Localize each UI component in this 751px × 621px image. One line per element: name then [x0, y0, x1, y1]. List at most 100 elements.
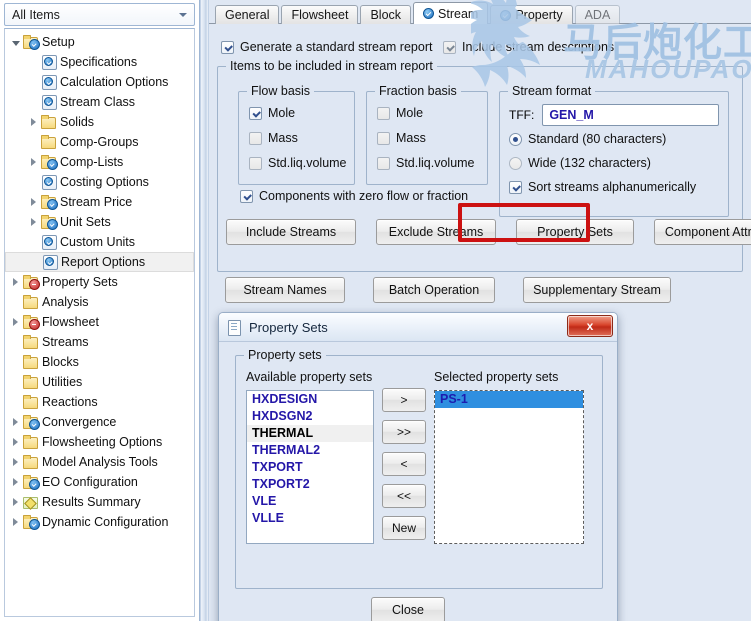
- batch-operation-button[interactable]: Batch Operation: [373, 277, 495, 303]
- tree-item-report-options[interactable]: Report Options: [5, 252, 194, 272]
- checkbox-icon[interactable]: [249, 106, 262, 120]
- tree-item-eo-configuration[interactable]: EO Configuration: [5, 472, 194, 492]
- component-attributes-button[interactable]: Component Attributes: [654, 219, 751, 245]
- list-item[interactable]: VLLE: [247, 510, 373, 527]
- tree-item-comp-lists[interactable]: Comp-Lists: [5, 152, 194, 172]
- chevron-right-icon[interactable]: [27, 112, 40, 132]
- zero-flow-checkbox[interactable]: Components with zero flow or fraction: [240, 189, 468, 203]
- list-item[interactable]: THERMAL: [247, 425, 373, 442]
- chevron-right-icon[interactable]: [9, 32, 22, 52]
- move-left-button[interactable]: <: [382, 452, 426, 476]
- tree-item-setup[interactable]: Setup: [5, 32, 194, 52]
- checkbox-icon[interactable]: [509, 180, 522, 194]
- tree-item-stream-class[interactable]: Stream Class: [5, 92, 194, 112]
- include-streams-button[interactable]: Include Streams: [226, 219, 356, 245]
- checkbox-icon[interactable]: [377, 156, 390, 170]
- list-item[interactable]: TXPORT: [247, 459, 373, 476]
- standard-width-radio[interactable]: Standard (80 characters): [509, 132, 696, 146]
- radio-icon[interactable]: [509, 132, 522, 146]
- new-property-set-button[interactable]: New: [382, 516, 426, 540]
- tab-stream[interactable]: Stream: [413, 2, 489, 24]
- chevron-right-icon[interactable]: [27, 192, 40, 212]
- checkbox-icon[interactable]: [249, 131, 262, 145]
- list-item[interactable]: PS-1: [435, 391, 583, 408]
- chevron-right-icon[interactable]: [9, 272, 22, 292]
- tree-item-calculation-options[interactable]: Calculation Options: [5, 72, 194, 92]
- tab-general[interactable]: General: [215, 5, 280, 24]
- include-stream-descriptions-checkbox[interactable]: Include stream descriptions: [443, 40, 614, 54]
- tree-item-results-summary[interactable]: Results Summary: [5, 492, 194, 512]
- generate-standard-stream-report-checkbox[interactable]: Generate a standard stream report: [221, 40, 443, 54]
- supplementary-stream-button[interactable]: Supplementary Stream: [523, 277, 671, 303]
- move-all-right-button[interactable]: >>: [382, 420, 426, 444]
- stream-names-button[interactable]: Stream Names: [225, 277, 345, 303]
- chevron-right-icon[interactable]: [27, 152, 40, 172]
- tree-item-comp-groups[interactable]: Comp-Groups: [5, 132, 194, 152]
- tree-item-reactions[interactable]: Reactions: [5, 392, 194, 412]
- tab-ada[interactable]: ADA: [574, 5, 621, 24]
- checkbox-icon[interactable]: [377, 131, 390, 145]
- flow-basis-mass-checkbox[interactable]: Mass: [249, 131, 347, 145]
- list-item[interactable]: HXDSGN2: [247, 408, 373, 425]
- flow-basis-mole-checkbox[interactable]: Mole: [249, 106, 347, 120]
- tree-item-property-sets[interactable]: Property Sets: [5, 272, 194, 292]
- chevron-right-icon[interactable]: [9, 492, 22, 512]
- checkbox-icon[interactable]: [249, 156, 262, 170]
- chevron-down-icon[interactable]: [179, 12, 187, 17]
- tree-item-stream-price[interactable]: Stream Price: [5, 192, 194, 212]
- tree-scroll-container[interactable]: Setup Specifications Calculation Options St…: [4, 28, 195, 617]
- all-items-selector[interactable]: All Items: [4, 3, 195, 26]
- tree-item-streams[interactable]: Streams: [5, 332, 194, 352]
- tree-item-solids[interactable]: Solids: [5, 112, 194, 132]
- move-right-button[interactable]: >: [382, 388, 426, 412]
- fraction-basis-mass-checkbox[interactable]: Mass: [377, 131, 475, 145]
- tree-item-flowsheeting-options[interactable]: Flowsheeting Options: [5, 432, 194, 452]
- tree-item-unit-sets[interactable]: Unit Sets: [5, 212, 194, 232]
- tree-item-flowsheet[interactable]: Flowsheet: [5, 312, 194, 332]
- radio-icon[interactable]: [509, 156, 522, 170]
- sort-streams-checkbox[interactable]: Sort streams alphanumerically: [509, 180, 696, 194]
- wide-width-radio[interactable]: Wide (132 characters): [509, 156, 696, 170]
- available-property-sets-list[interactable]: HXDESIGN HXDSGN2 THERMAL THERMAL2 TXPORT TXPO…: [246, 390, 374, 544]
- chevron-right-icon[interactable]: [9, 432, 22, 452]
- dialog-title-bar[interactable]: Property Sets x: [219, 313, 617, 342]
- chevron-right-icon[interactable]: [9, 412, 22, 432]
- tab-property[interactable]: Property: [490, 5, 573, 24]
- checkbox-icon[interactable]: [240, 189, 253, 203]
- chevron-right-icon[interactable]: [9, 452, 22, 472]
- exclude-streams-button[interactable]: Exclude Streams: [376, 219, 496, 245]
- move-all-left-button[interactable]: <<: [382, 484, 426, 508]
- checkbox-icon[interactable]: [443, 40, 456, 54]
- list-item[interactable]: HXDESIGN: [247, 391, 373, 408]
- tab-flowsheet[interactable]: Flowsheet: [281, 5, 359, 24]
- chevron-right-icon[interactable]: [9, 312, 22, 332]
- tree-item-blocks[interactable]: Blocks: [5, 352, 194, 372]
- checkbox-icon[interactable]: [221, 40, 234, 54]
- list-item[interactable]: VLE: [247, 493, 373, 510]
- selected-property-sets-list[interactable]: PS-1: [434, 390, 584, 544]
- close-icon[interactable]: x: [567, 315, 613, 337]
- close-button[interactable]: Close: [371, 597, 445, 621]
- list-item[interactable]: THERMAL2: [247, 442, 373, 459]
- tff-dropdown[interactable]: GEN_M: [542, 104, 719, 126]
- chevron-right-icon[interactable]: [27, 212, 40, 232]
- flow-basis-stdliqvol-checkbox[interactable]: Std.liq.volume: [249, 156, 347, 170]
- tree-item-costing-options[interactable]: Costing Options: [5, 172, 194, 192]
- tab-block[interactable]: Block: [360, 5, 412, 24]
- checkbox-icon[interactable]: [377, 106, 390, 120]
- tree-item-specifications[interactable]: Specifications: [5, 52, 194, 72]
- tree-item-analysis[interactable]: Analysis: [5, 292, 194, 312]
- wide-width-label: Wide (132 characters): [528, 156, 651, 170]
- tree-item-dynamic-configuration[interactable]: Dynamic Configuration: [5, 512, 194, 532]
- fraction-basis-stdliqvol-checkbox[interactable]: Std.liq.volume: [377, 156, 475, 170]
- list-item[interactable]: TXPORT2: [247, 476, 373, 493]
- tree-item-convergence[interactable]: Convergence: [5, 412, 194, 432]
- chevron-right-icon[interactable]: [9, 472, 22, 492]
- tree-item-utilities[interactable]: Utilities: [5, 372, 194, 392]
- tree-item-custom-units[interactable]: Custom Units: [5, 232, 194, 252]
- chevron-right-icon[interactable]: [9, 512, 22, 532]
- fraction-basis-mole-checkbox[interactable]: Mole: [377, 106, 475, 120]
- panel-splitter[interactable]: [200, 0, 209, 621]
- property-sets-button[interactable]: Property Sets: [516, 219, 634, 245]
- tree-item-model-analysis-tools[interactable]: Model Analysis Tools: [5, 452, 194, 472]
